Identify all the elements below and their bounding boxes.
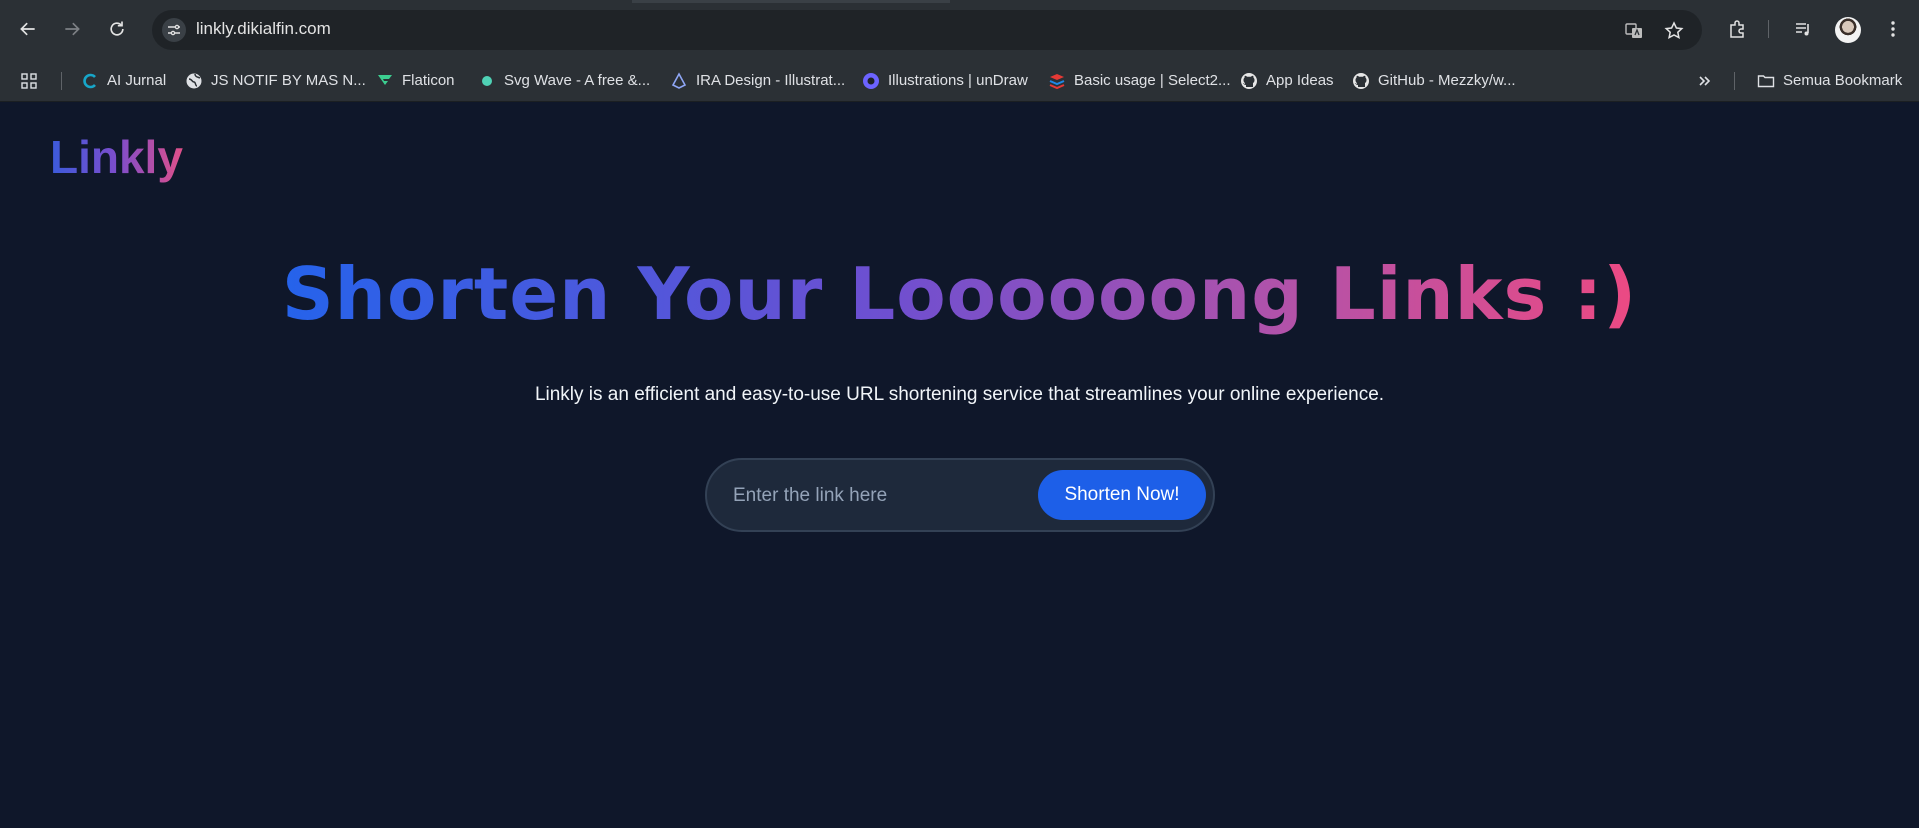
bookmark-label: Illustrations | unDraw: [888, 72, 1028, 89]
bookmark-label: GitHub - Mezzky/w...: [1378, 72, 1516, 89]
bookmark-item[interactable]: GitHub - Mezzky/w...: [1352, 59, 1516, 102]
page-content: Linkly Shorten Your Loooooong Links :) L…: [0, 102, 1919, 828]
reload-icon: [110, 21, 124, 36]
bookmark-item[interactable]: JS NOTIF BY MAS N...: [185, 59, 366, 102]
ai-jurnal-icon: [81, 72, 99, 90]
forward-arrow-icon: [65, 22, 80, 36]
svgwave-icon: [478, 72, 496, 90]
github-icon: [1240, 72, 1258, 90]
translate-button[interactable]: [1622, 19, 1646, 43]
bookmarks-divider: [1734, 72, 1735, 90]
github-icon: [1352, 72, 1370, 90]
apps-button[interactable]: [20, 59, 46, 102]
link-input[interactable]: [733, 478, 1023, 514]
site-settings-button[interactable]: [162, 18, 186, 42]
profile-avatar[interactable]: [1835, 17, 1861, 43]
browser-toolbar: linkly.dikialfin.com: [0, 0, 1919, 59]
hero-headline: Shorten Your Loooooong Links :): [0, 252, 1919, 336]
puzzle-icon: [1730, 20, 1744, 38]
bookmark-item[interactable]: Basic usage | Select2...: [1048, 59, 1230, 102]
apps-grid-icon: [20, 72, 38, 90]
bookmark-label: IRA Design - Illustrat...: [696, 72, 846, 89]
hero-headline-text: Shorten Your Loooooong Links :): [281, 252, 1638, 336]
site-logo[interactable]: Linkly: [50, 130, 183, 184]
bookmark-label: Flaticon: [402, 72, 455, 89]
bookmarks-bar: AI Jurnal JS NOTIF BY MAS N... Flaticon …: [0, 59, 1919, 102]
all-bookmarks-folder[interactable]: Semua Bookmark: [1757, 59, 1902, 102]
star-icon: [1664, 21, 1684, 40]
chevron-double-right-icon: [1696, 72, 1714, 90]
bookmark-item[interactable]: App Ideas: [1240, 59, 1334, 102]
back-arrow-icon: [20, 22, 35, 36]
more-bookmarks-button[interactable]: [1696, 59, 1722, 102]
translate-icon: [1625, 23, 1642, 38]
address-bar[interactable]: linkly.dikialfin.com: [152, 10, 1702, 50]
ira-design-icon: [670, 71, 688, 90]
extensions-button[interactable]: [1724, 16, 1750, 42]
more-vertical-icon: [1891, 21, 1895, 37]
hero-subtitle: Linkly is an efficient and easy-to-use U…: [534, 384, 1385, 405]
reload-button[interactable]: [102, 14, 132, 44]
url-text[interactable]: linkly.dikialfin.com: [196, 19, 331, 39]
bookmark-item[interactable]: Illustrations | unDraw: [862, 59, 1028, 102]
browser-menu-button[interactable]: [1880, 16, 1906, 42]
tune-icon: [168, 24, 180, 36]
undraw-icon: [862, 72, 880, 90]
bookmark-label: App Ideas: [1266, 72, 1334, 89]
flaticon-icon: [376, 72, 394, 90]
bookmark-item[interactable]: IRA Design - Illustrat...: [670, 59, 845, 102]
forward-button[interactable]: [57, 14, 87, 44]
queue-music-icon: [1796, 23, 1809, 36]
globe-icon: [185, 72, 203, 90]
shorten-form: Shorten Now!: [705, 458, 1215, 532]
bookmark-label: AI Jurnal: [107, 72, 167, 89]
tab-strip-edge: [632, 0, 950, 3]
shorten-button[interactable]: Shorten Now!: [1038, 470, 1206, 520]
bookmark-item[interactable]: AI Jurnal: [81, 59, 166, 102]
bookmark-star-button[interactable]: [1662, 19, 1686, 43]
select2-icon: [1048, 72, 1066, 90]
bookmark-label: Basic usage | Select2...: [1074, 72, 1231, 89]
bookmark-label: JS NOTIF BY MAS N...: [211, 72, 366, 89]
bookmark-item[interactable]: Svg Wave - A free &...: [478, 59, 650, 102]
bookmarks-divider: [61, 72, 62, 90]
bookmark-item[interactable]: Flaticon: [376, 59, 455, 102]
bookmark-label: Svg Wave - A free &...: [504, 72, 651, 89]
back-button[interactable]: [13, 14, 43, 44]
folder-icon: [1757, 72, 1775, 90]
toolbar-divider: [1768, 20, 1769, 38]
media-controls-button[interactable]: [1790, 16, 1816, 42]
all-bookmarks-label: Semua Bookmark: [1783, 72, 1903, 89]
